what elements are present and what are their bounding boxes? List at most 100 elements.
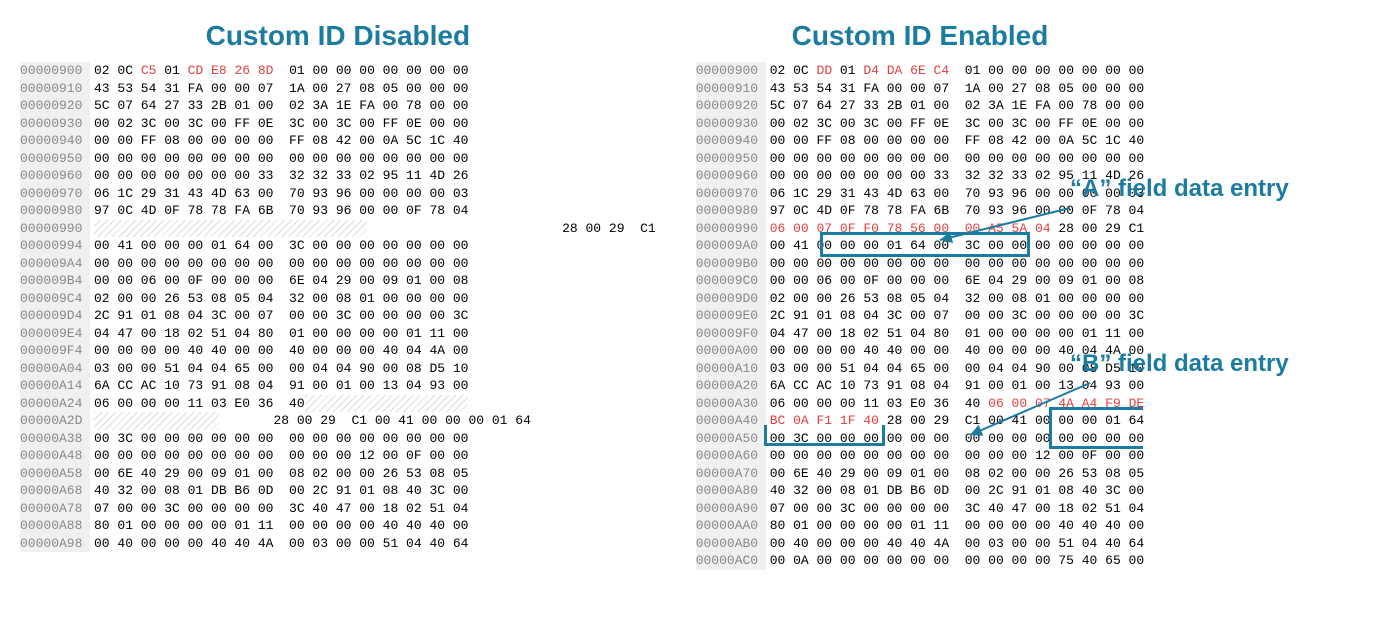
offset: 00000AC0 [696, 552, 766, 570]
hex-row: 00000AB000 40 00 00 00 40 40 4A 00 03 00… [696, 535, 1145, 553]
offset: 00000970 [696, 185, 766, 203]
hex-bytes: 00 40 00 00 00 40 40 4A 00 03 00 00 51 0… [766, 535, 1144, 553]
hex-bytes: 5C 07 64 27 33 2B 01 00 02 3A 1E FA 00 7… [766, 97, 1144, 115]
annotation-b: “B” field data entry [1070, 350, 1289, 378]
offset: 00000920 [20, 97, 90, 115]
offset: 000009D4 [20, 307, 90, 325]
hex-row: 00000AA080 01 00 00 00 00 01 11 00 00 00… [696, 517, 1145, 535]
offset: 000009A4 [20, 255, 90, 273]
offset: 00000A48 [20, 447, 90, 465]
hex-row: 0000094000 00 FF 08 00 00 00 00 FF 08 42… [20, 132, 656, 150]
offset: 00000930 [20, 115, 90, 133]
hex-bytes: 00 00 FF 08 00 00 00 00 FF 08 42 00 0A 5… [90, 132, 468, 150]
hex-row: 0000093000 02 3C 00 3C 00 FF 0E 3C 00 3C… [696, 115, 1145, 133]
hex-row: 000009A400 00 00 00 00 00 00 00 00 00 00… [20, 255, 656, 273]
offset: 00000A80 [696, 482, 766, 500]
offset: 00000920 [696, 97, 766, 115]
hex-row: 00000A5000 3C 00 00 00 00 00 00 00 00 00… [696, 430, 1145, 448]
hex-row: 00000A6000 00 00 00 00 00 00 00 00 00 00… [696, 447, 1145, 465]
offset: 00000AA0 [696, 517, 766, 535]
hex-bytes: 40 32 00 08 01 DB B6 0D 00 2C 91 01 08 4… [766, 482, 1144, 500]
offset: 00000A38 [20, 430, 90, 448]
hex-bytes: 03 00 00 51 04 04 65 00 00 04 04 90 00 0… [90, 360, 468, 378]
hex-row: 00000A3800 3C 00 00 00 00 00 00 00 00 00… [20, 430, 656, 448]
hex-bytes: 00 00 00 00 00 00 00 00 00 00 00 12 00 0… [90, 447, 468, 465]
hex-row: 0000094000 00 FF 08 00 00 00 00 FF 08 42… [696, 132, 1145, 150]
offset: 000009E4 [20, 325, 90, 343]
hex-row: 00000990 28 00 29 C1 [20, 220, 656, 238]
hex-bytes: 80 01 00 00 00 00 01 11 00 00 00 00 40 4… [90, 517, 468, 535]
hex-bytes: 00 3C 00 00 00 00 00 00 00 00 00 00 00 0… [90, 430, 468, 448]
offset: 00000910 [696, 80, 766, 98]
offset: 00000A78 [20, 500, 90, 518]
hex-bytes: 28 00 29 C1 [90, 220, 656, 238]
offset: 000009F4 [20, 342, 90, 360]
left-title: Custom ID Disabled [20, 20, 656, 52]
hex-bytes: 00 6E 40 29 00 09 01 00 08 02 00 00 26 5… [90, 465, 468, 483]
hex-row: 00000A40BC 0A F1 1F 40 28 00 29 C1 00 41… [696, 412, 1145, 430]
hex-bytes: 02 00 00 26 53 08 05 04 32 00 08 01 00 0… [766, 290, 1144, 308]
hex-row: 000009B400 00 06 00 0F 00 00 00 6E 04 29… [20, 272, 656, 290]
hex-row: 00000A206A CC AC 10 73 91 08 04 91 00 01… [696, 377, 1145, 395]
offset: 00000900 [696, 62, 766, 80]
hex-bytes: 00 41 00 00 00 01 64 00 3C 00 00 00 00 0… [90, 237, 468, 255]
offset: 00000990 [20, 220, 90, 238]
offset: 00000940 [696, 132, 766, 150]
offset: 00000960 [20, 167, 90, 185]
offset: 00000950 [696, 150, 766, 168]
hex-bytes: 02 00 00 26 53 08 05 04 32 00 08 01 00 0… [90, 290, 468, 308]
hex-bytes: 06 00 00 00 11 03 E0 36 40 06 00 07 4A A… [766, 395, 1144, 413]
hex-bytes: 2C 91 01 08 04 3C 00 07 00 00 3C 00 00 0… [90, 307, 468, 325]
hex-bytes: 04 47 00 18 02 51 04 80 01 00 00 00 00 0… [90, 325, 468, 343]
right-panel: Custom ID Enabled 0000090002 0C DD 01 D4… [696, 20, 1145, 570]
hex-row: 0000093000 02 3C 00 3C 00 FF 0E 3C 00 3C… [20, 115, 656, 133]
hex-row: 0000090002 0C C5 01 CD E8 26 8D 01 00 00… [20, 62, 656, 80]
hex-bytes: 07 00 00 3C 00 00 00 00 3C 40 47 00 18 0… [766, 500, 1144, 518]
offset: 00000A00 [696, 342, 766, 360]
hex-bytes: 02 0C C5 01 CD E8 26 8D 01 00 00 00 00 0… [90, 62, 469, 80]
hex-row: 00000A2D 28 00 29 C1 00 41 00 00 00 01 6… [20, 412, 656, 430]
hex-row: 00000A8880 01 00 00 00 00 01 11 00 00 00… [20, 517, 656, 535]
hex-bytes: 00 00 00 00 00 00 00 33 32 32 33 02 95 1… [90, 167, 468, 185]
left-panel: Custom ID Disabled 0000090002 0C C5 01 C… [20, 20, 656, 570]
hex-bytes: 43 53 54 31 FA 00 00 07 1A 00 27 08 05 0… [766, 80, 1144, 98]
hex-row: 000009B000 00 00 00 00 00 00 00 00 00 00… [696, 255, 1145, 273]
hex-row: 00000A5800 6E 40 29 00 09 01 00 08 02 00… [20, 465, 656, 483]
offset: 00000910 [20, 80, 90, 98]
hex-row: 00000A8040 32 00 08 01 DB B6 0D 00 2C 91… [696, 482, 1145, 500]
hex-bytes: 00 00 00 00 00 00 00 00 00 00 00 00 00 0… [766, 150, 1144, 168]
hex-bytes: 40 32 00 08 01 DB B6 0D 00 2C 91 01 08 4… [90, 482, 468, 500]
hex-bytes: 97 0C 4D 0F 78 78 FA 6B 70 93 96 00 00 0… [766, 202, 1144, 220]
hex-row: 0000099006 00 07 0F F0 78 56 00 00 A5 5A… [696, 220, 1145, 238]
offset: 00000930 [696, 115, 766, 133]
hex-row: 0000091043 53 54 31 FA 00 00 07 1A 00 27… [696, 80, 1145, 98]
hex-bytes: 06 00 00 00 11 03 E0 36 40 [90, 395, 468, 413]
hex-bytes: 6A CC AC 10 73 91 08 04 91 00 01 00 13 0… [766, 377, 1144, 395]
hex-row: 000009A000 41 00 00 00 01 64 00 3C 00 00… [696, 237, 1145, 255]
offset: 00000A68 [20, 482, 90, 500]
hex-row: 000009D002 00 00 26 53 08 05 04 32 00 08… [696, 290, 1145, 308]
offset: 00000A90 [696, 500, 766, 518]
hex-row: 00000A3006 00 00 00 11 03 E0 36 40 06 00… [696, 395, 1145, 413]
offset: 00000A50 [696, 430, 766, 448]
offset: 000009A0 [696, 237, 766, 255]
offset: 00000A40 [696, 412, 766, 430]
hex-row: 000009E404 47 00 18 02 51 04 80 01 00 00… [20, 325, 656, 343]
hex-row: 00000A0403 00 00 51 04 04 65 00 00 04 04… [20, 360, 656, 378]
offset: 00000990 [696, 220, 766, 238]
hex-row: 000009F400 00 00 00 40 40 00 00 40 00 00… [20, 342, 656, 360]
annotation-a: “A” field data entry [1070, 175, 1289, 203]
hex-row: 000009D42C 91 01 08 04 3C 00 07 00 00 3C… [20, 307, 656, 325]
hex-row: 000009E02C 91 01 08 04 3C 00 07 00 00 3C… [696, 307, 1145, 325]
offset: 00000AB0 [696, 535, 766, 553]
hex-dump-enabled: 0000090002 0C DD 01 D4 DA 6E C4 01 00 00… [696, 62, 1145, 570]
hex-bytes: 00 00 00 00 00 00 00 00 00 00 00 00 00 0… [90, 150, 468, 168]
hex-row: 000009C402 00 00 26 53 08 05 04 32 00 08… [20, 290, 656, 308]
hex-bytes: 00 00 00 00 00 00 00 00 00 00 00 00 00 0… [90, 255, 468, 273]
hex-row: 00000A7000 6E 40 29 00 09 01 00 08 02 00… [696, 465, 1145, 483]
offset: 00000A58 [20, 465, 90, 483]
hex-row: 0000099400 41 00 00 00 01 64 00 3C 00 00… [20, 237, 656, 255]
hex-row: 000009F004 47 00 18 02 51 04 80 01 00 00… [696, 325, 1145, 343]
offset: 00000A24 [20, 395, 90, 413]
offset: 000009B0 [696, 255, 766, 273]
